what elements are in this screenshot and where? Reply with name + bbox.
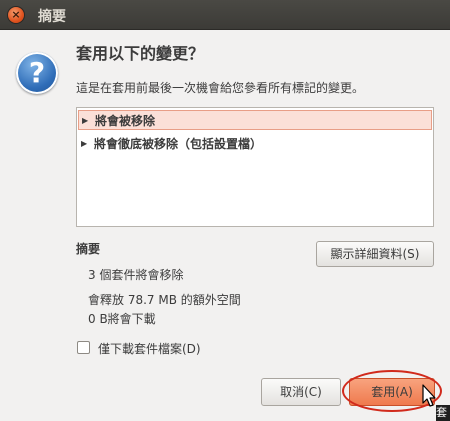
question-icon: ? [16,52,58,94]
tooltip-fragment: 套 [436,405,450,421]
show-details-button[interactable]: 顯示詳細資料(S) [316,241,434,267]
cancel-button[interactable]: 取消(C) [261,378,341,406]
close-icon[interactable]: × [8,7,24,23]
summary-line: 0 B將會下載 [88,312,156,326]
tree-row-purged[interactable]: ▶ 將會徹底被移除（包括設置檔） [78,134,432,154]
dialog-subtext: 這是在套用前最後一次機會給您參看所有標記的變更。 [76,81,365,95]
download-only-label[interactable]: 僅下載套件檔案(D) [98,340,201,357]
tree-row-label: 將會徹底被移除（包括設置檔） [94,137,263,151]
tree-row-label: 將會被移除 [95,114,156,128]
summary-line: 會釋放 78.7 MB 的額外空間 [88,293,241,307]
download-only-checkbox[interactable] [77,341,90,354]
tree-row-removed[interactable]: ▶ 將會被移除 [78,110,432,130]
summary-line: 3 個套件將會移除 [88,268,184,282]
changes-tree[interactable]: ▶ 將會被移除 ▶ 將會徹底被移除（包括設置檔） [76,107,434,227]
dialog-heading: 套用以下的變更？ [76,44,205,63]
summary-heading: 摘要 [76,242,101,256]
window-title: 摘要 [38,9,66,25]
title-bar: × 摘要 [0,0,450,30]
expander-arrow-icon[interactable]: ▶ [81,134,87,154]
expander-arrow-icon[interactable]: ▶ [82,111,88,131]
